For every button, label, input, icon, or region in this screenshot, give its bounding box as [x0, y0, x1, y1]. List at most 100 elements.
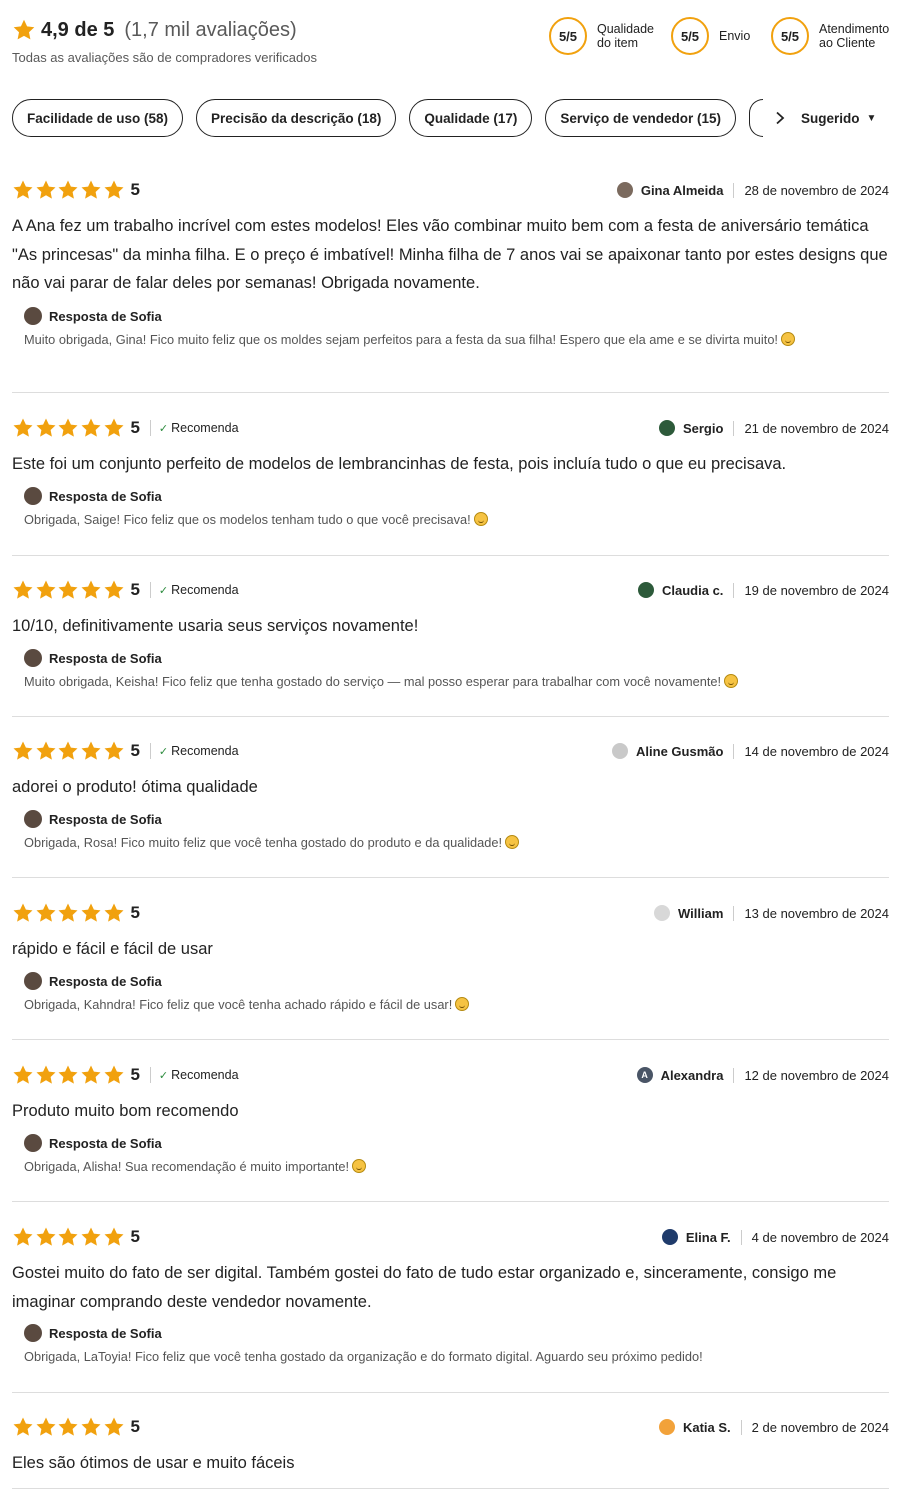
review-divider — [12, 1488, 889, 1489]
seller-response-label: Resposta de Sofia — [49, 308, 162, 324]
review-divider — [12, 877, 889, 878]
star-icon — [81, 418, 101, 437]
review-date: 12 de novembro de 2024 — [733, 1067, 889, 1083]
star-icon — [81, 580, 101, 599]
score-summary: 5/5 Qualidade do item 5/5 Envio 5/5 Aten… — [539, 17, 889, 55]
review-divider — [12, 716, 889, 717]
check-icon: ✓ — [158, 422, 169, 435]
star-icon — [13, 1065, 33, 1084]
star-icon — [13, 1417, 33, 1436]
rating-value: 4,9 de 5 — [41, 18, 115, 41]
star-icon — [36, 741, 56, 760]
star-icon — [13, 19, 35, 40]
seller-avatar — [24, 1134, 42, 1152]
review-date: 19 de novembro de 2024 — [733, 582, 889, 598]
review-date: 28 de novembro de 2024 — [733, 182, 889, 198]
review-author[interactable]: Sergio — [683, 421, 723, 436]
chevron-right-icon[interactable] — [773, 111, 787, 125]
seller-response-message: Obrigada, Rosa! Fico muito feliz que voc… — [24, 835, 503, 850]
review-author[interactable]: Alexandra — [661, 1068, 724, 1083]
verified-note: Todas as avaliações são de compradores v… — [12, 50, 317, 65]
smile-emoji-icon — [781, 332, 795, 346]
sort-dropdown[interactable]: Sugerido ▼ — [801, 111, 876, 126]
review-item: 5 Elina F. 4 de novembro de 2024 Gostei mui… — [12, 1226, 889, 1393]
sort-label: Sugerido — [800, 110, 860, 126]
seller-response-text: Muito obrigada, Keisha! Fico feliz que t… — [24, 672, 884, 691]
review-rating: 5 — [12, 1416, 140, 1438]
review-author[interactable]: Elina F. — [686, 1230, 731, 1245]
review-author[interactable]: Gina Almeida — [641, 183, 724, 198]
star-icon — [104, 1227, 124, 1246]
filter-pill-quality[interactable]: Qualidade (17) — [409, 99, 533, 137]
filter-pill-seller-service[interactable]: Serviço de vendedor (15) — [545, 99, 736, 137]
review-author[interactable]: William — [678, 906, 723, 921]
check-icon: ✓ — [158, 584, 169, 597]
seller-response-header: Resposta de Sofia — [24, 1134, 884, 1152]
review-author[interactable]: Claudia c. — [662, 583, 723, 598]
review-item: 5 Katia S. 2 de novembro de 2024 Eles são ó… — [12, 1416, 889, 1489]
filter-pill-description-accuracy[interactable]: Precisão da descrição (18) — [196, 99, 397, 137]
seller-response-label: Resposta de Sofia — [49, 1325, 162, 1341]
seller-response-message: Obrigada, Alisha! Sua recomendação é mui… — [24, 1159, 350, 1174]
review-rating: 5 ✓ Recomenda — [12, 740, 239, 762]
seller-response-header: Resposta de Sofia — [24, 810, 884, 828]
seller-response-label: Resposta de Sofia — [49, 973, 162, 989]
seller-response: Resposta de Sofia Obrigada, Alisha! Sua r… — [24, 1134, 884, 1176]
seller-response-text: Obrigada, Kahndra! Fico feliz que você t… — [24, 995, 884, 1014]
star-icon — [13, 418, 33, 437]
avatar — [661, 1229, 678, 1245]
star-icon — [58, 1065, 78, 1084]
review-author[interactable]: Aline Gusmão — [636, 744, 723, 759]
review-divider — [12, 555, 889, 556]
review-divider — [12, 1201, 889, 1202]
review-divider — [12, 1039, 889, 1040]
star-icon — [36, 1065, 56, 1084]
star-icon — [104, 903, 124, 922]
review-item: 5 William 13 de novembro de 2024 rápido e f… — [12, 902, 889, 1040]
star-icon — [36, 1417, 56, 1436]
recommends-label: Recomenda — [171, 583, 239, 597]
seller-response: Resposta de Sofia Muito obrigada, Keisha!… — [24, 649, 884, 691]
review-author[interactable]: Katia S. — [683, 1420, 731, 1435]
recommends-badge: ✓ Recomenda — [149, 582, 239, 598]
avatar: A — [636, 1067, 653, 1083]
seller-response-header: Resposta de Sofia — [24, 649, 884, 667]
review-rating: 5 — [12, 902, 140, 924]
rating-number: 5 — [130, 1417, 140, 1436]
seller-avatar — [24, 649, 42, 667]
filter-pill-overflow[interactable] — [748, 99, 763, 137]
seller-response-text: Muito obrigada, Gina! Fico muito feliz q… — [24, 330, 884, 349]
star-icon — [81, 180, 101, 199]
star-icon — [81, 903, 101, 922]
avatar — [616, 182, 633, 198]
score-item-shipping: 5/5 Envio — [671, 17, 761, 55]
smile-emoji-icon — [473, 512, 488, 526]
star-icon — [81, 1065, 101, 1084]
star-icon — [36, 903, 56, 922]
star-icon — [13, 580, 33, 599]
star-icon — [58, 1227, 78, 1246]
seller-response-header: Resposta de Sofia — [24, 972, 884, 990]
filter-pill-ease-of-use[interactable]: Facilidade de uso (58) — [12, 99, 184, 137]
review-meta: Gina Almeida 28 de novembro de 2024 — [616, 179, 889, 201]
review-item: 5 ✓ Recomenda Aline Gusmão 14 de novembro de… — [12, 740, 889, 878]
seller-response-label: Resposta de Sofia — [49, 488, 162, 504]
seller-response-header: Resposta de Sofia — [24, 487, 884, 505]
review-text: adorei o produto! ótima qualidade — [12, 778, 258, 796]
seller-response: Resposta de Sofia Obrigada, Kahndra! Fico… — [24, 972, 884, 1014]
score-label: Envio — [719, 29, 751, 43]
seller-response-message: Muito obrigada, Gina! Fico muito feliz q… — [24, 332, 778, 347]
star-icon — [104, 1065, 124, 1084]
review-rating: 5 ✓ Recomenda — [12, 1064, 239, 1086]
seller-response-message: Obrigada, Saige! Fico feliz que os model… — [24, 512, 471, 527]
score-label: Atendimento ao Cliente — [819, 22, 890, 50]
rating-number: 5 — [130, 418, 140, 437]
rating-number: 5 — [130, 580, 140, 599]
score-circle: 5/5 — [671, 17, 709, 55]
rating-count: (1,7 mil avaliações) — [124, 18, 297, 41]
caret-down-icon: ▼ — [866, 112, 877, 124]
review-meta: Katia S. 2 de novembro de 2024 — [658, 1416, 889, 1438]
seller-response-message: Obrigada, Kahndra! Fico feliz que você t… — [24, 997, 453, 1012]
seller-response-text: Obrigada, Rosa! Fico muito feliz que voc… — [24, 833, 884, 852]
review-meta: A Alexandra 12 de novembro de 2024 — [636, 1064, 889, 1086]
